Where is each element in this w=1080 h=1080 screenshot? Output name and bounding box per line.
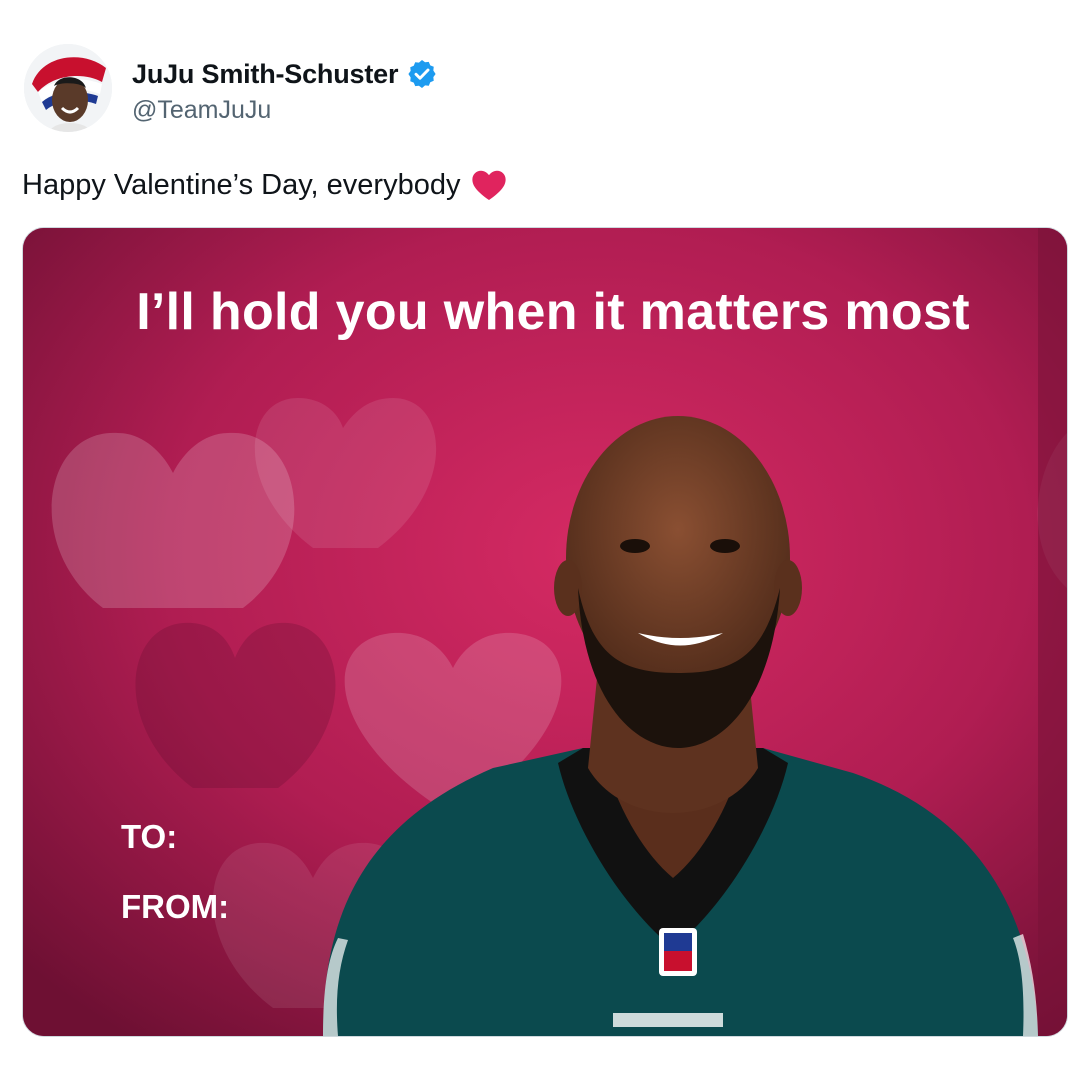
avatar-image [24, 44, 112, 132]
author-name-row: JuJu Smith-Schuster [132, 58, 438, 90]
author-avatar[interactable] [24, 44, 112, 132]
post-text-row: Happy Valentine’s Day, everybody [22, 166, 508, 204]
red-heart-icon [470, 166, 508, 204]
author-handle[interactable]: @TeamJuJu [132, 96, 271, 125]
card-caption: I’ll hold you when it matters most [136, 283, 970, 341]
post-media-image[interactable]: I’ll hold you when it matters most TO: F… [22, 227, 1068, 1037]
verified-badge-icon [406, 58, 438, 90]
card-to-label: TO: [121, 818, 178, 855]
post-header: JuJu Smith-Schuster @TeamJuJu [24, 44, 1054, 136]
post-text: Happy Valentine’s Day, everybody [22, 168, 461, 201]
card-from-label: FROM: [121, 888, 230, 925]
author-display-name[interactable]: JuJu Smith-Schuster [132, 59, 398, 90]
